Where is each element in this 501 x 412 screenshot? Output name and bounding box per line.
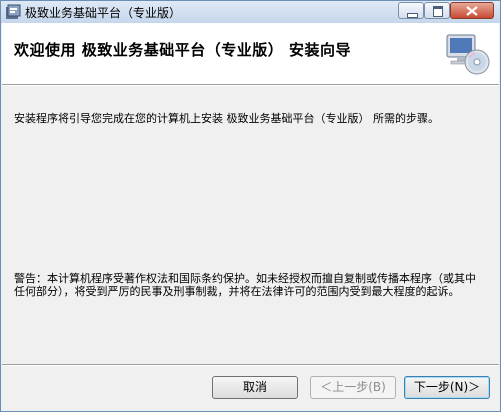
copyright-warning: 警告：本计算机程序受著作权法和国际条约保护。如未经授权而擅自复制或传播本程序（或…: [14, 272, 476, 298]
minimize-button[interactable]: [398, 2, 424, 19]
installer-window: 极致业务基础平台（专业版） 欢迎使用 极致业务基础平台（专业版） 安装向导 安装…: [0, 0, 501, 412]
installer-app-icon: [5, 4, 21, 20]
back-button[interactable]: ＜上一步(B): [310, 376, 396, 399]
next-button[interactable]: 下一步(N)＞: [404, 376, 490, 399]
close-icon: [466, 6, 478, 16]
cancel-button[interactable]: 取消: [212, 376, 298, 399]
title-bar[interactable]: 极致业务基础平台（专业版）: [1, 1, 500, 23]
wizard-footer: 取消 ＜上一步(B) 下一步(N)＞: [2, 366, 499, 411]
wizard-header: 欢迎使用 极致业务基础平台（专业版） 安装向导: [2, 23, 499, 84]
computer-cd-icon: [445, 31, 491, 77]
maximize-button[interactable]: [424, 2, 450, 19]
window-title: 极致业务基础平台（专业版）: [25, 6, 182, 20]
close-button[interactable]: [450, 2, 494, 19]
intro-text: 安装程序将引导您完成在您的计算机上安装 极致业务基础平台（专业版） 所需的步骤。: [14, 112, 439, 125]
page-title: 欢迎使用 极致业务基础平台（专业版） 安装向导: [14, 41, 351, 59]
wizard-body: 安装程序将引导您完成在您的计算机上安装 极致业务基础平台（专业版） 所需的步骤。…: [2, 86, 499, 364]
